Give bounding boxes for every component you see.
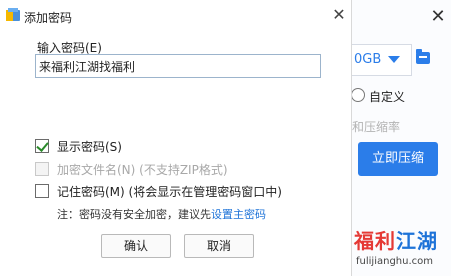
remember-password-option[interactable]: 记住密码(M) (将会显示在管理密码窗口中) — [35, 182, 282, 200]
app-logo-icon — [6, 8, 20, 21]
note-text: 注：密码没有安全加密，建议先 — [57, 208, 211, 221]
encrypt-filenames-label: 加密文件名(N) (不支持ZIP格式) — [57, 162, 228, 177]
set-master-password-link[interactable]: 设置主密码 — [211, 208, 266, 221]
confirm-button[interactable]: 确认 — [101, 234, 171, 258]
security-note: 注：密码没有安全加密，建议先设置主密码 — [57, 206, 266, 222]
app-close-icon[interactable]: ✕ — [429, 8, 447, 26]
password-input[interactable] — [35, 54, 321, 78]
chevron-down-icon[interactable] — [388, 56, 400, 63]
close-icon[interactable]: ✕ — [332, 7, 346, 23]
logo-part2: 江湖 — [396, 229, 438, 253]
encrypt-filenames-checkbox — [35, 162, 49, 176]
split-size-value: 0GB — [354, 52, 382, 67]
remember-password-label: 记住密码(M) (将会显示在管理密码窗口中) — [57, 184, 282, 199]
add-password-dialog: 添加密码 ✕ 输入密码(E) 显示密码(S) 加密文件名(N) (不支持ZIP格… — [0, 0, 352, 276]
show-password-checkbox[interactable] — [35, 139, 49, 153]
custom-radio-label: 自定义 — [369, 90, 406, 104]
dialog-title: 添加密码 — [24, 11, 73, 25]
compress-now-button[interactable]: 立即压缩 — [358, 142, 438, 176]
compression-ratio-label: 和压缩率 — [352, 120, 401, 134]
show-password-option[interactable]: 显示密码(S) — [35, 137, 122, 155]
cancel-button[interactable]: 取消 — [184, 234, 254, 258]
logo-part1: 福利 — [354, 229, 396, 253]
custom-radio[interactable] — [351, 88, 365, 102]
watermark-logo: 福利江湖 — [354, 225, 446, 255]
dialog-titlebar[interactable]: 添加密码 ✕ — [0, 0, 352, 32]
remember-password-checkbox[interactable] — [35, 184, 49, 198]
watermark-site: fulijianghu.com — [356, 256, 433, 267]
encrypt-filenames-option: 加密文件名(N) (不支持ZIP格式) — [35, 160, 228, 178]
folder-icon[interactable] — [416, 49, 430, 64]
show-password-label: 显示密码(S) — [57, 139, 122, 154]
